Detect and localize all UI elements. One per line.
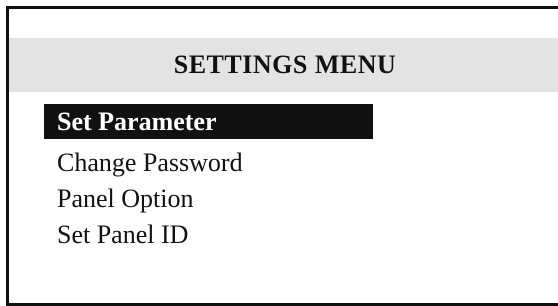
settings-menu: Set Parameter Change Password Panel Opti… [44,104,373,253]
page-title: SETTINGS MENU [173,50,397,79]
title-bar: SETTINGS MENU [9,38,558,92]
menu-item-set-panel-id[interactable]: Set Panel ID [44,217,373,252]
menu-item-label: Set Panel ID [57,220,189,249]
menu-item-label: Change Password [57,148,243,177]
settings-screen: SETTINGS MENU Set Parameter Change Passw… [6,6,558,306]
menu-item-label: Panel Option [57,184,194,213]
menu-item-change-password[interactable]: Change Password [44,145,373,180]
menu-item-label: Set Parameter [57,107,217,136]
menu-item-panel-option[interactable]: Panel Option [44,181,373,216]
menu-item-set-parameter[interactable]: Set Parameter [44,104,373,139]
